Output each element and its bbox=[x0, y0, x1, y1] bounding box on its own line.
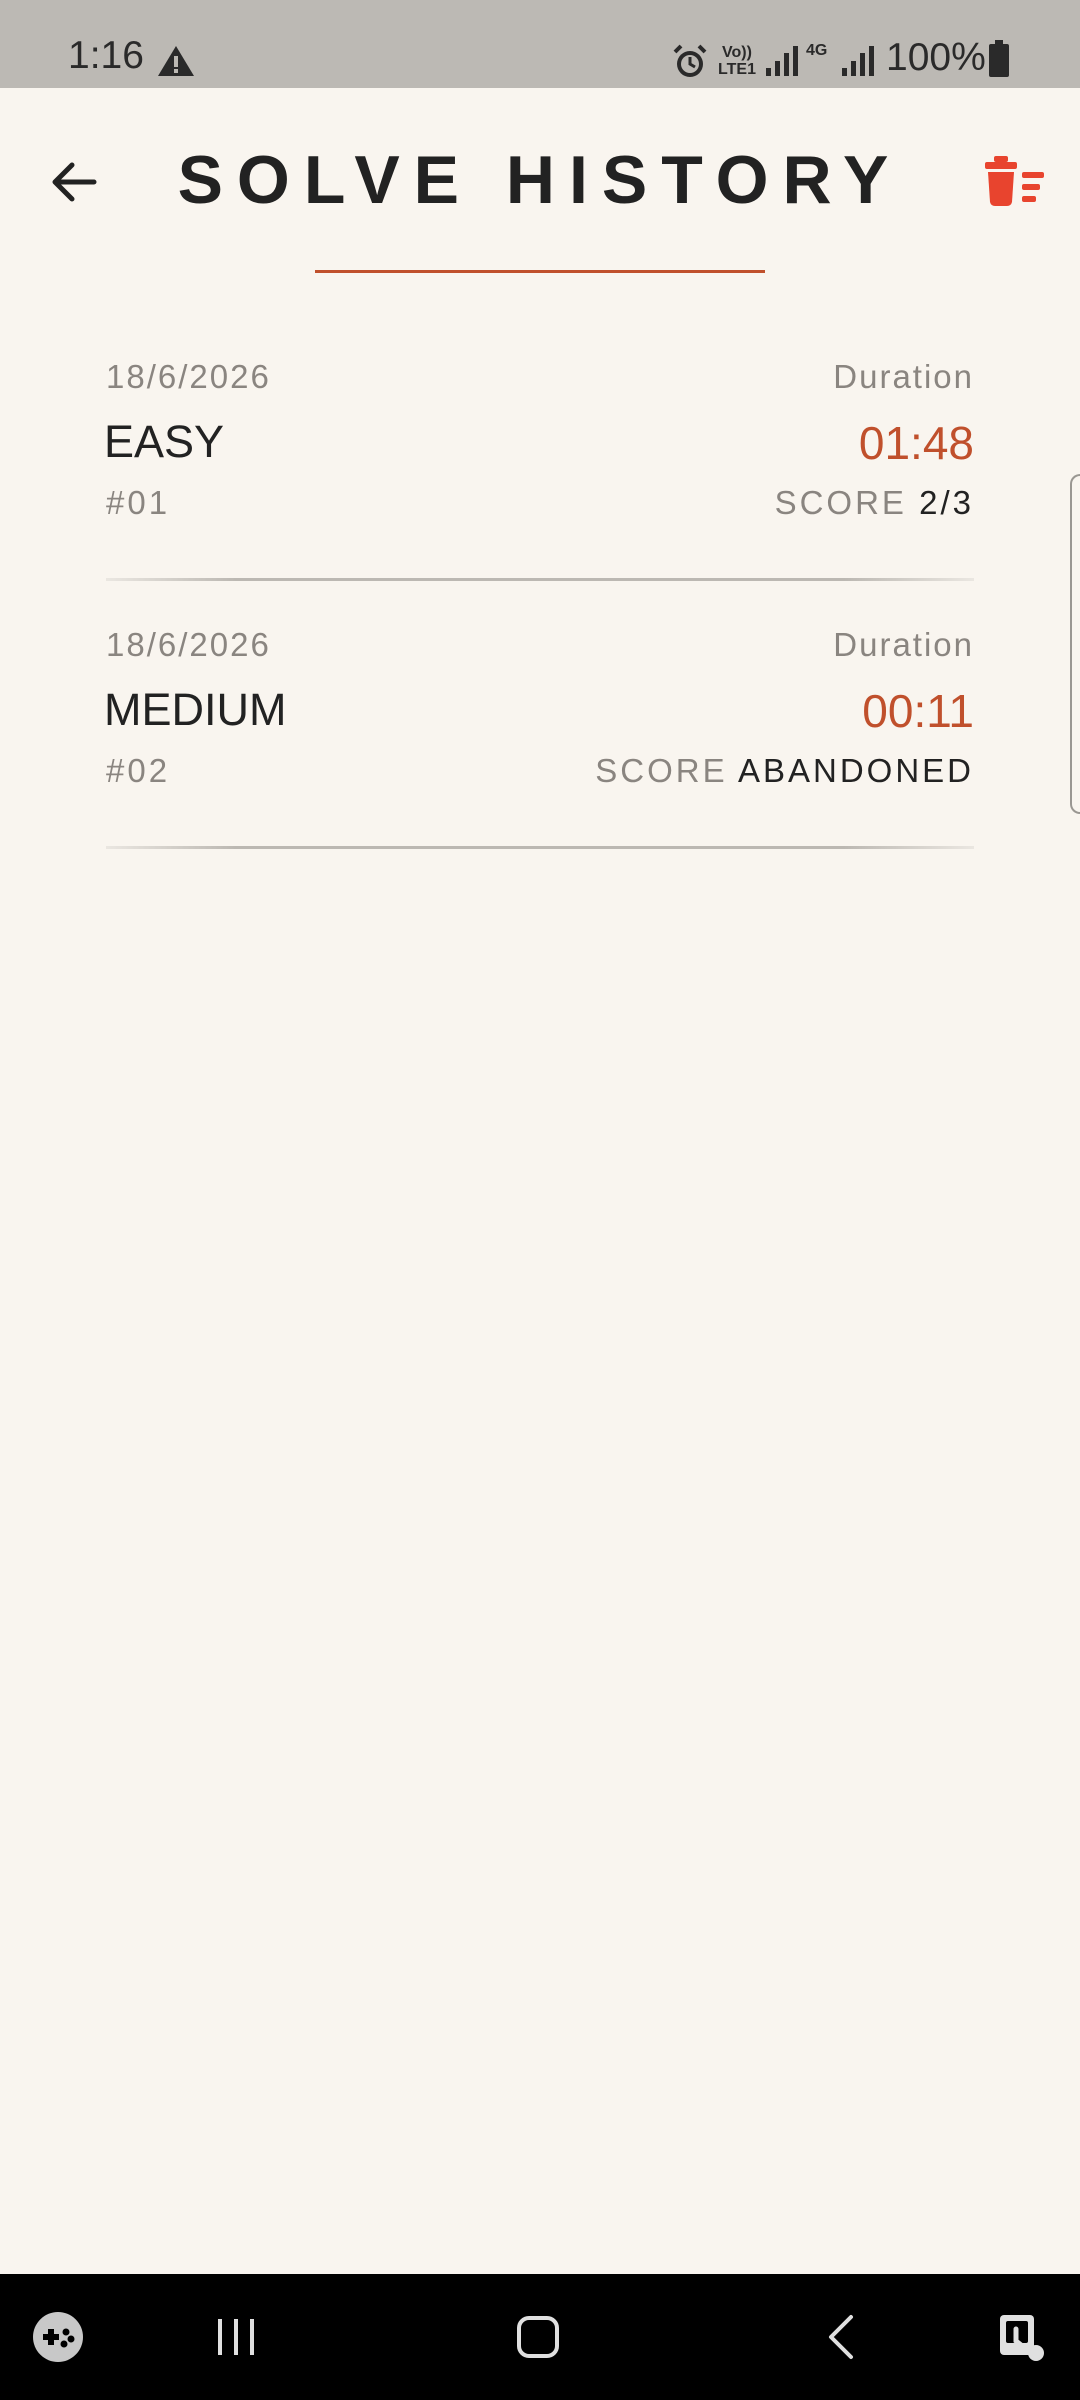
home-button[interactable] bbox=[500, 2274, 576, 2400]
history-item[interactable]: 18/6/2026 EASY #01 Duration 01:48 SCORE … bbox=[0, 340, 1080, 608]
recents-button[interactable] bbox=[200, 2274, 272, 2400]
assistant-button[interactable] bbox=[990, 2274, 1054, 2400]
navigation-bar bbox=[0, 2274, 1080, 2400]
game-launcher-button[interactable] bbox=[26, 2274, 90, 2400]
item-score: SCORE 2/3 bbox=[775, 484, 974, 522]
recents-icon bbox=[218, 2319, 254, 2355]
score-label: SCORE bbox=[595, 752, 728, 789]
lte-indicator: Vo)) LTE1 bbox=[718, 44, 756, 78]
title-underline bbox=[315, 270, 765, 273]
edge-panel-handle[interactable] bbox=[1070, 474, 1080, 814]
page-title: SOLVE HISTORY bbox=[177, 142, 903, 218]
item-date: 18/6/2026 bbox=[106, 626, 271, 663]
item-duration-label: Duration bbox=[833, 626, 974, 663]
signal-strength-icon bbox=[766, 46, 798, 76]
game-launcher-icon bbox=[33, 2312, 83, 2362]
item-divider bbox=[106, 846, 974, 849]
item-duration: 01:48 bbox=[858, 417, 974, 469]
history-item[interactable]: 18/6/2026 MEDIUM #02 Duration 00:11 SCOR… bbox=[0, 608, 1080, 876]
item-score: SCORE ABANDONED bbox=[595, 752, 974, 790]
status-time: 1:16 bbox=[68, 34, 144, 77]
score-value: ABANDONED bbox=[737, 752, 974, 789]
item-difficulty: EASY bbox=[104, 416, 225, 467]
item-duration-label: Duration bbox=[833, 358, 974, 395]
item-date: 18/6/2026 bbox=[106, 358, 271, 395]
score-label: SCORE bbox=[774, 484, 907, 521]
warning-icon bbox=[158, 46, 194, 76]
item-difficulty: MEDIUM bbox=[104, 684, 287, 735]
score-value: 2/3 bbox=[919, 484, 974, 521]
alarm-icon bbox=[673, 44, 707, 77]
assistant-icon bbox=[1000, 2315, 1044, 2361]
battery-percentage: 100% bbox=[886, 36, 986, 79]
battery-icon bbox=[989, 40, 1009, 77]
network-type-indicator: 4G bbox=[806, 42, 828, 59]
signal-strength-icon bbox=[842, 46, 874, 76]
delete-history-button[interactable] bbox=[980, 150, 1050, 214]
back-nav-button[interactable] bbox=[808, 2274, 872, 2400]
trash-icon bbox=[985, 156, 1044, 206]
item-number: #02 bbox=[106, 752, 171, 789]
item-number: #01 bbox=[106, 484, 171, 521]
back-icon bbox=[829, 2315, 853, 2359]
item-divider bbox=[106, 578, 974, 581]
status-bar: 1:16 Vo)) LTE1 4G 100% bbox=[0, 0, 1080, 88]
item-duration: 00:11 bbox=[862, 685, 974, 737]
history-list: 18/6/2026 EASY #01 Duration 01:48 SCORE … bbox=[0, 340, 1080, 876]
home-icon bbox=[517, 2316, 559, 2358]
